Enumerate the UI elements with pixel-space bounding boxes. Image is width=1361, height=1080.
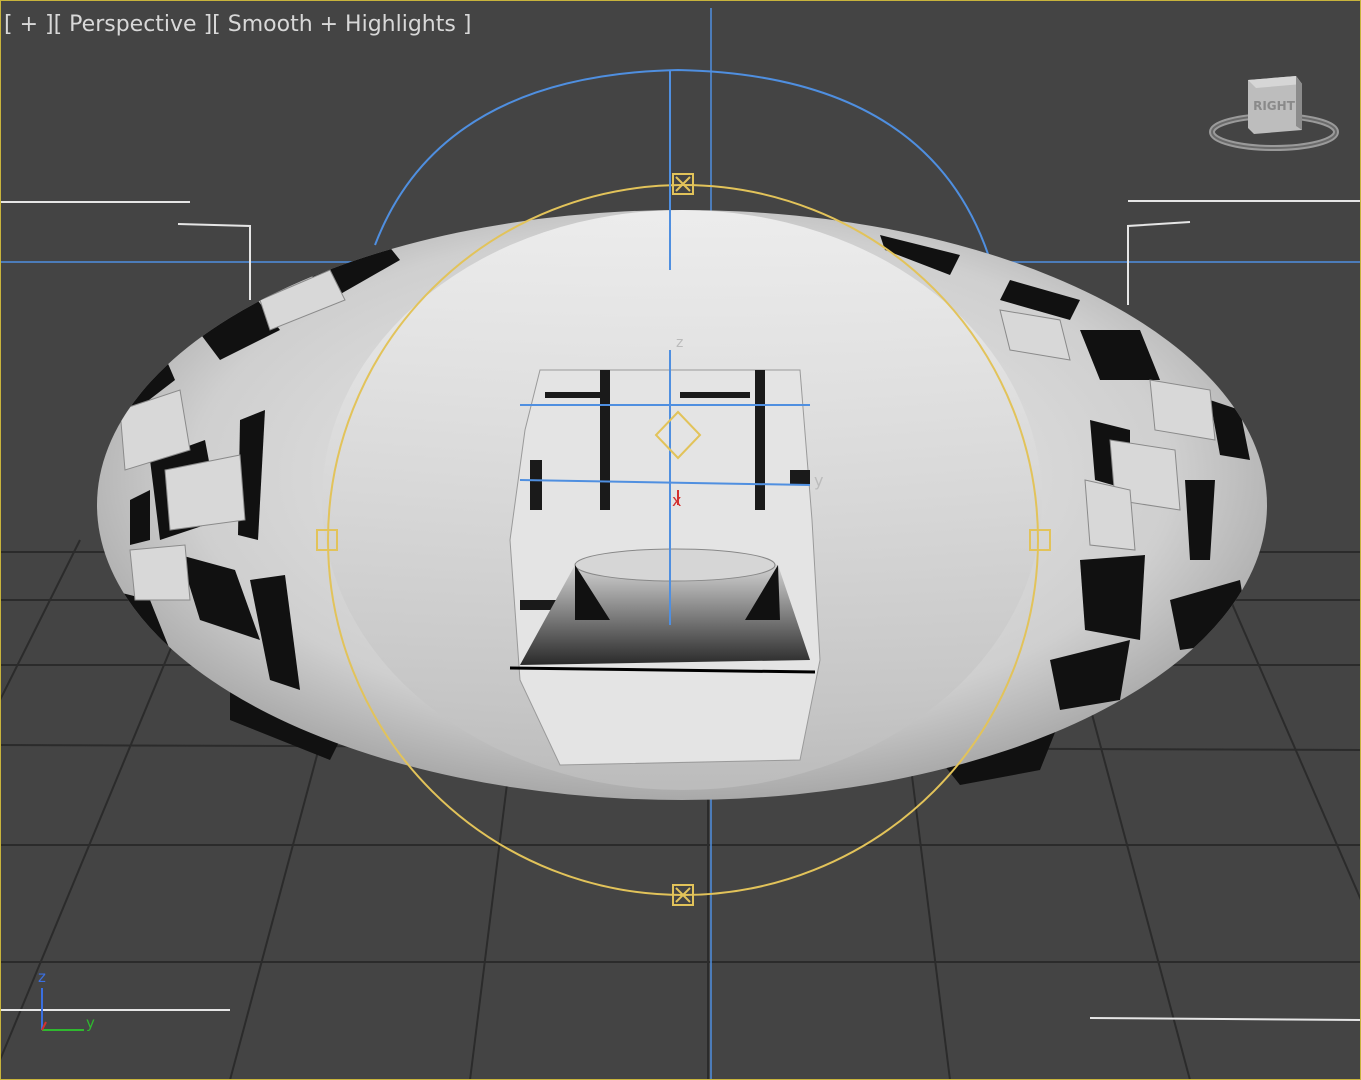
viewport-menu-shading[interactable]: [ Smooth + Highlights ] [212, 12, 471, 37]
gizmo-y-label: y [814, 471, 823, 490]
perspective-viewport[interactable]: z x y z y [ + ] [ Perspective ] [ Smooth… [0, 0, 1361, 1080]
viewport-label: [ + ] [ Perspective ] [ Smooth + Highlig… [4, 12, 471, 37]
tripod-z-label: z [38, 968, 46, 986]
tripod-y-label: y [86, 1014, 95, 1032]
viewport-menu-plus[interactable]: [ + ] [4, 12, 54, 37]
gizmo-z-label: z [676, 335, 683, 351]
inner-opening [509, 369, 821, 766]
viewcube-face-label: RIGHT [1253, 99, 1296, 113]
viewport-menu-perspective[interactable]: [ Perspective ] [54, 12, 213, 37]
viewport-scene[interactable]: z x y z y [0, 0, 1361, 1080]
gizmo-x-label: x [672, 491, 681, 510]
viewcube[interactable]: RIGHT [1206, 70, 1342, 154]
